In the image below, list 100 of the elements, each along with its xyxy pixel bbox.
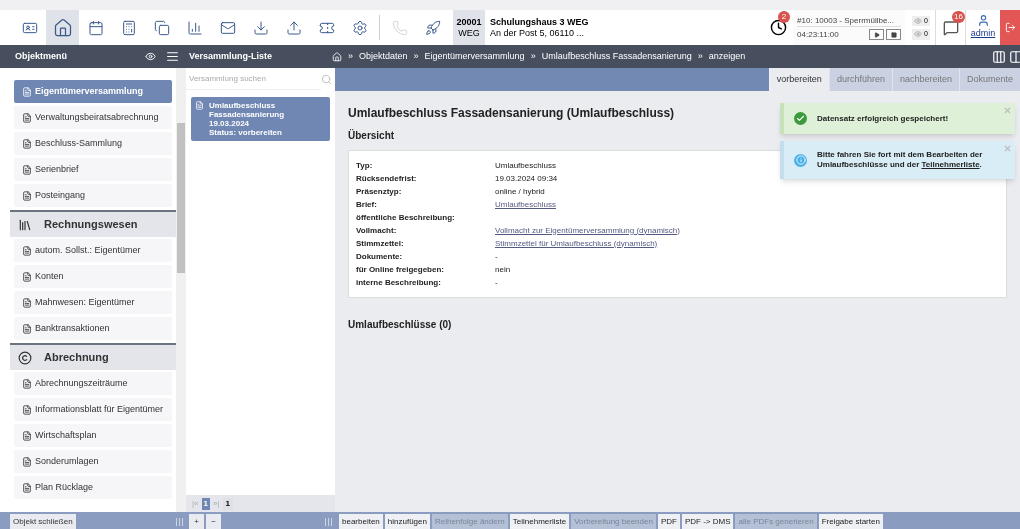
document-icon [22, 271, 32, 282]
copyright-icon [18, 350, 32, 365]
menu-item[interactable]: Posteingang [14, 184, 172, 207]
logout-button[interactable] [1000, 10, 1020, 45]
notification-text: Datensatz erfolgreich gespeichert! [817, 113, 950, 124]
action-button[interactable]: bearbeiten [339, 514, 383, 529]
info-icon [794, 153, 807, 167]
tab[interactable]: vorbereiten [768, 68, 829, 91]
close-object-button[interactable]: Objekt schließen [10, 514, 76, 529]
action-button[interactable]: hinzufügen [384, 514, 430, 529]
timer-time: 04:23:11:00 [797, 28, 839, 41]
field-link[interactable]: Umlaufbeschluss [495, 198, 556, 211]
action-button[interactable]: Teilnehmerliste [509, 514, 570, 529]
action-button[interactable]: Freigabe starten [818, 514, 883, 529]
checkmark-icon [794, 112, 807, 125]
scrollbar-thumb[interactable] [177, 123, 185, 273]
field-value: - [495, 250, 498, 263]
field-label: Rücksendefrist: [356, 172, 418, 185]
clock-icon[interactable] [769, 19, 787, 36]
page-title: Umlaufbeschluss Fassadensanierung (Umlaufbeschluss) [348, 105, 675, 122]
grip-icon[interactable] [325, 517, 332, 526]
document-icon [22, 164, 32, 175]
document-icon [22, 297, 32, 308]
layout-icon[interactable] [1009, 49, 1020, 64]
document-icon [195, 101, 204, 110]
menu-item[interactable]: Plan Rücklage [14, 476, 172, 499]
menu-section-header[interactable]: Abrechnung [10, 343, 176, 370]
field-label: interne Beschreibung: [356, 276, 442, 289]
field-label: Typ: [356, 159, 374, 172]
panel-title: Objektmenü [14, 49, 68, 63]
play-icon [873, 31, 880, 38]
field-link[interactable]: Stimmzettel für Umlaufbeschluss (dynamisch) [495, 237, 658, 250]
grip-icon[interactable] [176, 517, 183, 526]
messages-icon[interactable] [942, 19, 959, 36]
layout-icon[interactable] [992, 49, 1006, 64]
list-button[interactable]: + [189, 514, 204, 529]
field-label: Stimmzettel: [356, 237, 405, 250]
user-link[interactable]: admin [970, 27, 996, 41]
list-button[interactable]: − [206, 514, 221, 529]
document-icon [22, 86, 32, 97]
eye-icon [914, 16, 923, 25]
breadcrumb-link[interactable]: Umlaufbeschluss Fassadensanierung [541, 49, 692, 64]
menu-item[interactable]: autom. Sollst.: Eigentümer [14, 239, 172, 262]
notification-badge: 16 [952, 11, 965, 23]
field-label: Vollmacht: [356, 224, 398, 237]
eye-icon [914, 30, 923, 39]
menu-item[interactable]: Mahnwesen: Eigentümer [14, 291, 172, 314]
breadcrumb-separator: » [530, 49, 536, 63]
notification-badge: 2 [778, 11, 791, 23]
field-link[interactable]: Vollmacht zur Eigentümerversammlung (dynamisch) [495, 224, 680, 237]
breadcrumb-separator: » [348, 49, 353, 63]
object-info: Schulungshaus 3 WEG An der Post 5, 06110 ... [489, 15, 590, 40]
document-icon [22, 112, 32, 123]
menu-item[interactable]: Verwaltungsbeiratsabrechnung [14, 106, 172, 129]
section-title: Umlaufbeschlüsse (0) [348, 318, 453, 332]
home-icon[interactable] [332, 51, 342, 62]
menu-item[interactable]: Konten [14, 265, 172, 288]
stop-button[interactable] [886, 29, 902, 40]
document-icon [22, 245, 32, 256]
section-title: Übersicht [348, 128, 396, 143]
menu-item[interactable]: Wirtschaftsplan [14, 424, 172, 447]
menu-item[interactable]: Informationsblatt für Eigentümer [14, 398, 172, 421]
field-label: Dokumente: [356, 250, 404, 263]
document-icon [22, 323, 32, 334]
document-icon [22, 378, 32, 389]
action-button[interactable]: PDF -> DMS [681, 514, 734, 529]
breadcrumb-link[interactable]: anzeigen [708, 49, 746, 64]
meeting-status: Status: vorbereiten [209, 128, 283, 137]
books-icon [18, 217, 32, 232]
menu-item[interactable]: Eigentümerversammlung [14, 80, 172, 103]
action-button[interactable]: PDF [657, 514, 680, 529]
menu-item[interactable]: Banktransaktionen [14, 317, 172, 340]
menu-section-header[interactable]: Rechnungswesen [10, 210, 176, 237]
breadcrumb-separator: » [413, 49, 419, 63]
menu-item[interactable]: Beschluss-Sammlung [14, 132, 172, 155]
field-label: für Online freigegeben: [356, 263, 445, 276]
meeting-card[interactable]: Umlaufbeschluss Fassadensanierung 19.03.2024 Status: vorbereiten [191, 97, 330, 141]
field-value: nein [495, 263, 511, 276]
breadcrumb-link[interactable]: Eigentümerversammlung [424, 49, 525, 64]
meeting-date: 19.03.2024 [209, 119, 251, 128]
field-value: online / hybrid [495, 185, 545, 198]
visibility-icon[interactable] [145, 51, 156, 62]
pager-page[interactable]: 1 [201, 497, 210, 510]
play-button[interactable] [869, 29, 885, 40]
notification-link[interactable]: Teilnehmerliste [921, 160, 980, 169]
logout-icon [1004, 22, 1016, 33]
toolbar-button[interactable] [46, 10, 79, 45]
stop-icon [890, 31, 897, 38]
menu-item[interactable]: Serienbrief [14, 158, 172, 181]
object-badge: 20001 WEG [453, 10, 485, 45]
breadcrumb-link[interactable]: Objektdaten [359, 49, 408, 64]
document-icon [22, 456, 32, 467]
field-value: 19.03.2024 09:34 [495, 172, 558, 185]
field-label: öffentliche Beschreibung: [356, 211, 456, 224]
menu-icon[interactable] [166, 50, 179, 63]
document-icon [22, 138, 32, 149]
search-field[interactable]: Versammlung suchen [186, 68, 321, 90]
menu-item[interactable]: Abrechnungszeiträume [14, 372, 172, 395]
pager-total: 1 [222, 497, 233, 510]
menu-item[interactable]: Sonderumlagen [14, 450, 172, 473]
